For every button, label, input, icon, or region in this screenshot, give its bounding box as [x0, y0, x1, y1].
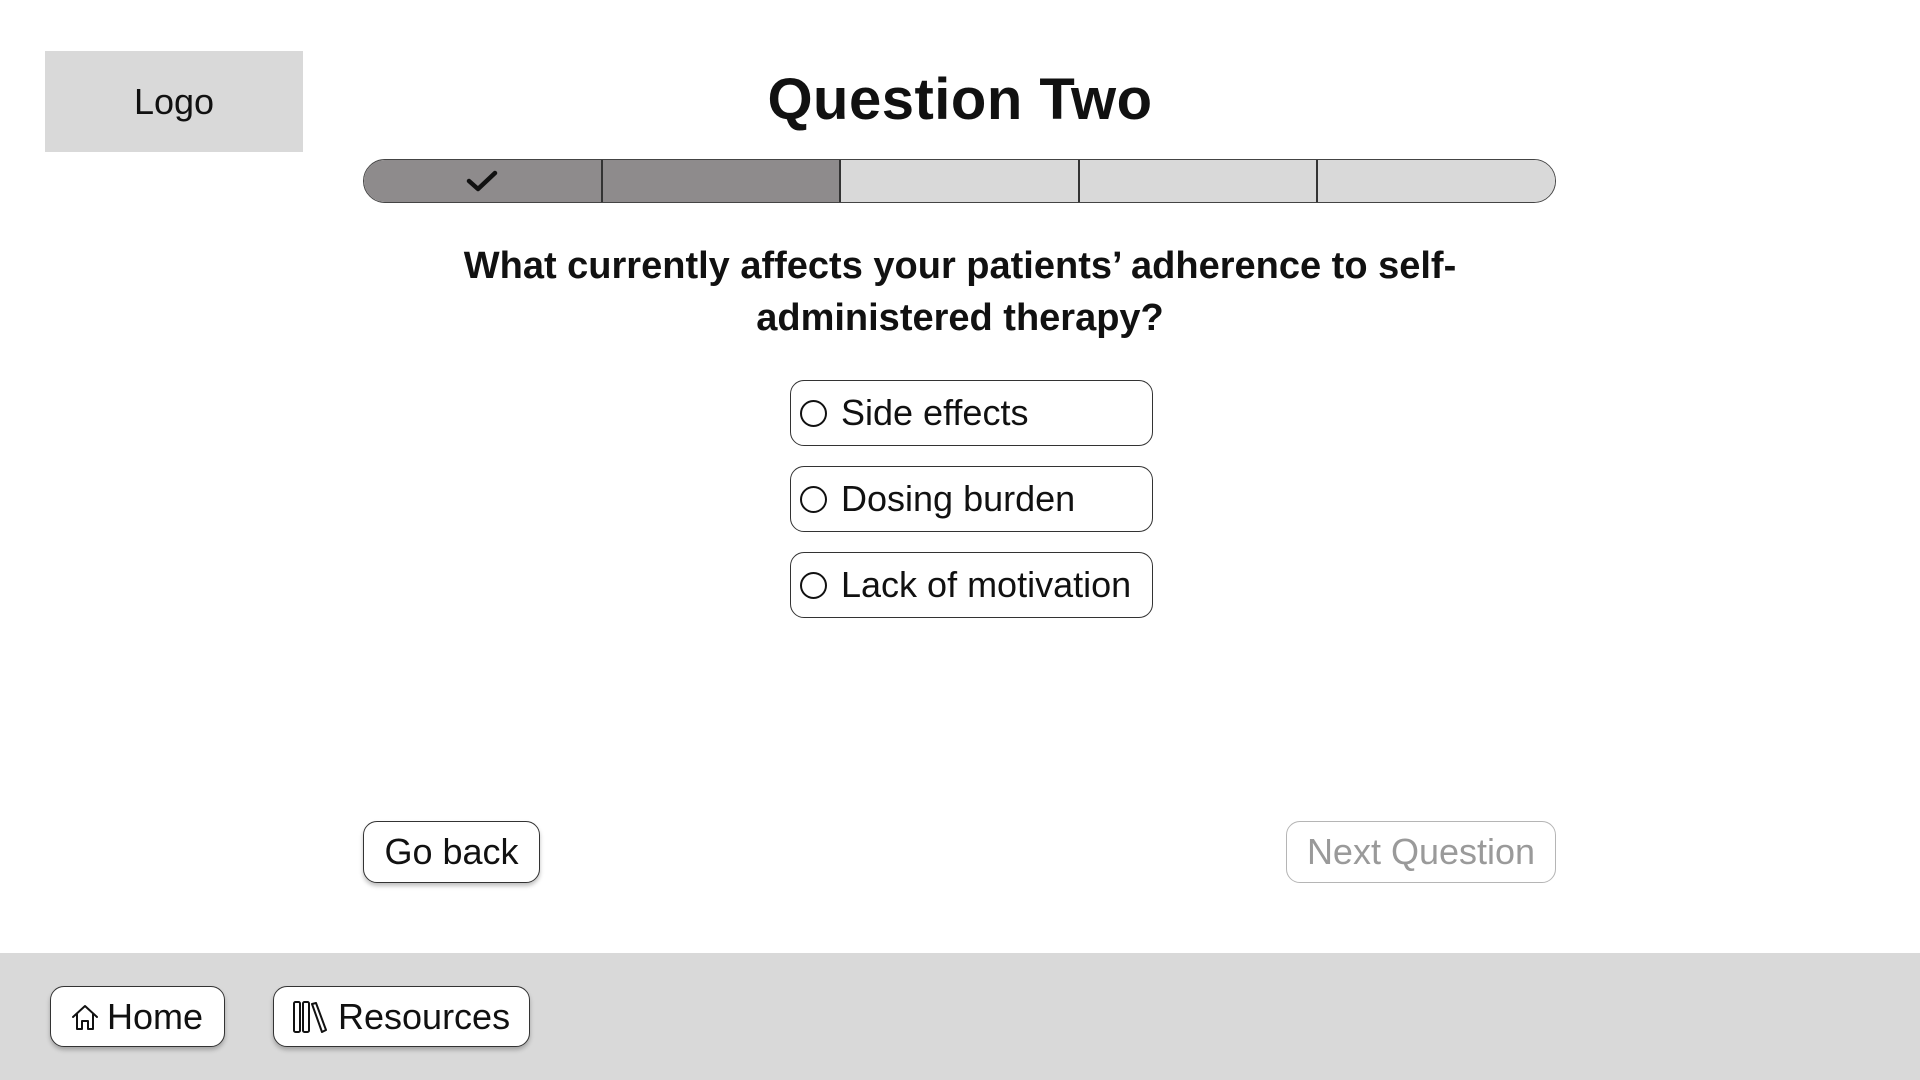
books-icon: [293, 1000, 327, 1033]
question-text: What currently affects your patients’ ad…: [463, 245, 1457, 339]
next-question-button[interactable]: Next Question: [1286, 821, 1556, 883]
option-label: Dosing burden: [841, 478, 1076, 519]
home-icon: [72, 1004, 98, 1030]
option-side-effects[interactable]: Side effects: [790, 380, 1153, 446]
option-label: Side effects: [841, 392, 1029, 433]
check-icon: [467, 170, 498, 192]
option-label: Lack of motivation: [841, 564, 1132, 605]
answer-options: Side effects Dosing burden Lack of motiv…: [790, 380, 1153, 638]
radio-button-icon[interactable]: [800, 485, 827, 513]
footer-bar: Home Resources: [0, 953, 1920, 1080]
home-label: Home: [107, 995, 204, 1037]
radio-button-icon[interactable]: [800, 571, 827, 599]
progress-step-4: [1079, 160, 1319, 202]
progress-step-5: [1318, 160, 1555, 202]
go-back-button[interactable]: Go back: [363, 821, 540, 883]
option-lack-of-motivation[interactable]: Lack of motivation: [790, 552, 1153, 618]
progress-step-2: [602, 160, 842, 202]
resources-button[interactable]: Resources: [273, 986, 530, 1047]
page-title: Question Two: [767, 67, 1153, 132]
survey-page: Logo Question Two What currently affects…: [0, 0, 1920, 1080]
home-button[interactable]: Home: [50, 986, 225, 1047]
progress-step-3: [841, 160, 1080, 202]
go-back-label: Go back: [384, 831, 519, 872]
next-question-label: Next Question: [1306, 831, 1536, 872]
progress-bar: [363, 159, 1556, 203]
radio-button-icon[interactable]: [800, 399, 827, 427]
progress-step-1: [364, 160, 603, 202]
option-dosing-burden[interactable]: Dosing burden: [790, 466, 1153, 532]
resources-label: Resources: [338, 995, 511, 1037]
